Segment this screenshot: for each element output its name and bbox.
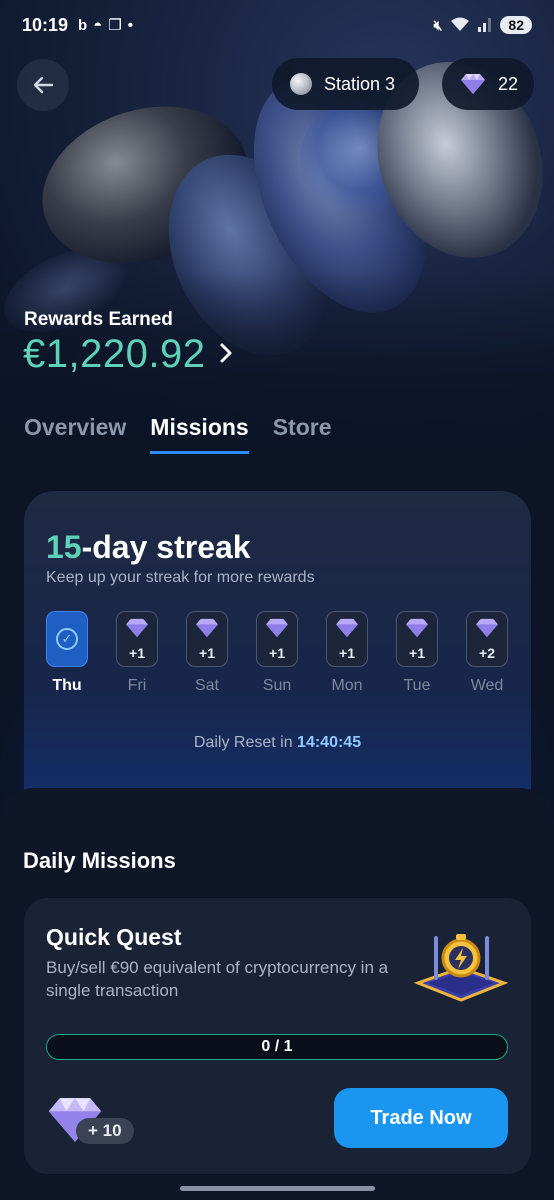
day-label: Sun — [262, 677, 292, 694]
streak-days: ✓ Thu +1 Fri +1 Sat +1 Sun +1 Mon +1 Tue… — [46, 611, 508, 695]
battery-indicator: 82 — [500, 16, 532, 34]
mission-title: Quick Quest — [46, 924, 182, 950]
gem-balance[interactable]: 22 — [442, 58, 534, 110]
day-bonus: +2 — [479, 644, 495, 661]
day-item: +1 Tue — [396, 611, 438, 695]
day-label: Tue — [403, 677, 431, 694]
streak-title: 15-day streak — [46, 529, 251, 565]
status-time: 10:19 — [22, 14, 69, 35]
tab-overview[interactable]: Overview — [24, 414, 126, 454]
diamond-icon — [460, 73, 486, 95]
daily-reset: Daily Reset in 14:40:45 — [193, 734, 362, 751]
tab-bar: Overview Missions Store — [24, 414, 332, 454]
day-label: Wed — [470, 677, 504, 694]
wifi-icon — [450, 16, 470, 35]
day-item: +1 Sat — [186, 611, 228, 695]
station-label: Station 3 — [324, 73, 396, 94]
streak-subtitle: Keep up your streak for more rewards — [46, 569, 315, 586]
day-bonus: +1 — [199, 644, 215, 661]
bing-icon: b — [78, 16, 88, 34]
status-bar: 10:19 b ◓ ❐ • 🔇︎ 82 — [0, 0, 554, 50]
day-item: +1 Sun — [256, 611, 298, 695]
tab-store[interactable]: Store — [273, 414, 332, 454]
missions-sheet: Daily Missions Quick Quest Buy/sell €90 … — [0, 788, 554, 1200]
tab-missions[interactable]: Missions — [150, 414, 249, 454]
mission-reward: + 10 — [46, 1096, 146, 1151]
back-button[interactable] — [17, 59, 69, 111]
lightning-medal-icon — [413, 928, 509, 1003]
trade-now-button[interactable]: Trade Now — [334, 1088, 508, 1148]
chevron-right-icon — [219, 338, 233, 372]
rewards-amount-link[interactable]: €1,220.92 — [23, 332, 233, 377]
mute-icon: 🔇︎ — [433, 16, 443, 33]
day-item: ✓ Thu — [46, 611, 88, 695]
signal-icon — [478, 16, 492, 35]
diamond-icon — [265, 618, 289, 643]
day-item: +2 Wed — [466, 611, 508, 695]
diamond-icon — [195, 618, 219, 643]
day-bonus: +1 — [129, 644, 145, 661]
rewards-amount: €1,220.92 — [23, 332, 206, 376]
diamond-icon — [405, 618, 429, 643]
day-label: Thu — [52, 677, 82, 694]
diamond-icon — [475, 618, 499, 643]
arrow-left-icon — [32, 70, 54, 101]
streak-count: 15 — [46, 529, 82, 565]
mission-description: Buy/sell €90 equivalent of cryptocurrenc… — [46, 958, 389, 1000]
day-item: +1 Fri — [116, 611, 158, 695]
day-bonus: +1 — [409, 644, 425, 661]
rewards-label: Rewards Earned — [24, 309, 173, 330]
mission-card: Quick Quest Buy/sell €90 equivalent of c… — [24, 898, 531, 1174]
day-label: Mon — [331, 677, 363, 694]
check-icon: ✓ — [56, 628, 78, 650]
day-bonus: +1 — [269, 644, 285, 661]
moon-icon — [290, 73, 312, 95]
reset-countdown: 14:40:45 — [297, 734, 362, 751]
section-title: Daily Missions — [23, 848, 176, 873]
copy-icon: ❐ — [108, 17, 122, 34]
home-indicator[interactable] — [180, 1186, 375, 1191]
dot-icon: • — [127, 16, 133, 34]
gem-count: 22 — [498, 73, 519, 94]
streak-card: 15-day streak Keep up your streak for mo… — [24, 491, 531, 821]
station-selector[interactable]: Station 3 — [272, 58, 419, 110]
day-label: Fri — [127, 677, 147, 694]
day-item: +1 Mon — [326, 611, 368, 695]
mission-progress-text: 0 / 1 — [261, 1038, 293, 1055]
pokeball-icon: ◓ — [93, 16, 103, 34]
mission-progress-bar: 0 / 1 — [46, 1034, 508, 1060]
day-label: Sat — [194, 677, 219, 694]
diamond-icon — [125, 618, 149, 643]
day-bonus: +1 — [339, 644, 355, 661]
reward-amount: + 10 — [76, 1118, 134, 1144]
diamond-icon — [335, 618, 359, 643]
